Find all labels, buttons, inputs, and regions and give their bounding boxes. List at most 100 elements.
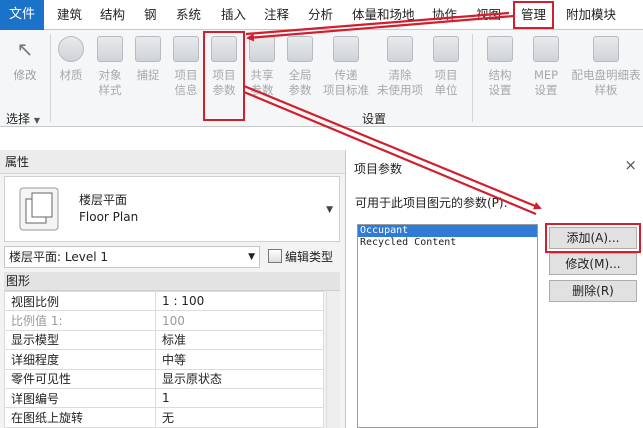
project-parameters-button[interactable]: 项目 参数 [203, 31, 245, 121]
tab-manage[interactable]: 管理 [512, 1, 555, 29]
purge-unused-button[interactable]: 清除 未使用项 [373, 36, 427, 98]
table-row[interactable]: 在图纸上旋转无 [4, 407, 324, 428]
property-value[interactable]: 100 [155, 310, 324, 331]
chevron-down-icon: ▼ [33, 116, 40, 125]
project-info-button[interactable]: 项目 信息 [167, 36, 205, 98]
tab-insert[interactable]: 插入 [221, 4, 246, 26]
list-item[interactable]: Occupant [358, 225, 537, 237]
transfer-standards-icon [333, 36, 359, 62]
materials-button[interactable]: 材质 [52, 36, 90, 83]
project-units-button[interactable]: 项目 单位 [427, 36, 465, 98]
chevron-down-icon: ▼ [248, 252, 255, 262]
parameter-list-label: 可用于此项目图元的参数(P): [355, 196, 508, 210]
edit-type-button[interactable]: 编辑类型 [268, 246, 333, 268]
tab-view[interactable]: 视图 [476, 4, 501, 26]
property-value[interactable]: 显示原状态 [155, 368, 324, 389]
shared-parameters-icon [249, 36, 275, 62]
material-sphere-icon [58, 36, 84, 62]
property-value[interactable]: 1 : 100 [155, 290, 324, 312]
settings-panel-title: 设置 [362, 112, 387, 126]
object-styles-button[interactable]: 对象 样式 [91, 36, 129, 98]
ribbon-panel: ↖ 修改 材质 对象 样式 捕捉 项目 信息 项目 参数 共享 参数 全局 参数… [0, 30, 643, 127]
table-row[interactable]: 比例值 1: 100 [4, 310, 324, 331]
snaps-label: 捕捉 [136, 68, 160, 82]
panel-schedules-label: 配电盘明细表 样板 [571, 68, 641, 97]
property-value[interactable]: 标准 [155, 329, 324, 351]
object-styles-icon [97, 36, 123, 62]
graphics-group-header[interactable]: 图形 [4, 272, 340, 291]
property-name: 详细程度 [4, 349, 156, 370]
property-name: 比例值 1: [4, 310, 156, 331]
property-value[interactable]: 无 [155, 407, 324, 428]
property-name: 详图编号 [4, 387, 156, 409]
tab-add-ins[interactable]: 附加模块 [566, 4, 616, 26]
project-units-label: 项目 单位 [434, 68, 458, 97]
shared-parameters-button[interactable]: 共享 参数 [243, 36, 281, 98]
global-parameters-label: 全局 参数 [288, 68, 312, 97]
global-parameters-icon [287, 36, 313, 62]
panel-separator [472, 34, 473, 122]
purge-icon [387, 36, 413, 62]
type-name-cn: 楼层平面 [79, 193, 128, 207]
properties-scrollbar[interactable] [326, 291, 340, 428]
project-info-label: 项目 信息 [174, 68, 198, 97]
panel-schedule-icon [593, 36, 619, 62]
modify-parameter-button[interactable]: 修改(M)... [549, 253, 637, 275]
object-styles-label: 对象 样式 [98, 68, 122, 97]
magnet-icon [135, 36, 161, 62]
tab-structure[interactable]: 结构 [100, 4, 125, 26]
modify-label: 修改 [13, 68, 37, 82]
panel-schedules-button[interactable]: 配电盘明细表 样板 [569, 36, 643, 98]
property-value[interactable]: 1 [155, 387, 324, 409]
edit-type-icon [268, 249, 282, 263]
delete-button[interactable]: 删除(R) [549, 280, 637, 302]
type-selector[interactable]: 楼层平面 Floor Plan ▼ [4, 176, 340, 242]
tab-collaborate[interactable]: 协作 [432, 4, 457, 26]
chevron-down-icon[interactable]: ▼ [326, 205, 333, 215]
properties-palette: 属性 楼层平面 Floor Plan ▼ 楼层平面: Level 1 ▼ 编辑类… [0, 150, 345, 428]
tab-file[interactable]: 文件 [0, 0, 44, 30]
mep-settings-button[interactable]: MEP 设置 [524, 36, 568, 98]
dialog-title: 项目参数 [354, 162, 403, 176]
global-parameters-button[interactable]: 全局 参数 [281, 36, 319, 98]
property-value[interactable]: 中等 [155, 349, 324, 370]
tab-systems[interactable]: 系统 [176, 4, 201, 26]
properties-header: 属性 [0, 150, 345, 174]
table-row[interactable]: 详图编号 1 [4, 387, 324, 409]
mep-settings-label: MEP 设置 [533, 68, 559, 97]
table-row[interactable]: 详细程度 中等 [4, 349, 324, 370]
properties-table: 视图比例 1 : 100 比例值 1: 100 显示模型 标准 详细程度 中等 零件可见性 显示原… [4, 290, 324, 428]
select-panel-label: 选择 [6, 112, 31, 126]
cursor-arrow-icon: ↖ [16, 37, 34, 61]
tab-steel[interactable]: 钢 [144, 4, 157, 26]
view-selector-row: 楼层平面: Level 1 ▼ 编辑类型 [4, 246, 340, 268]
property-name: 零件可见性 [4, 368, 156, 389]
snaps-button[interactable]: 捕捉 [129, 36, 167, 83]
modify-button[interactable]: ↖ 修改 [6, 36, 44, 83]
structural-settings-button[interactable]: 结构 设置 [478, 36, 522, 98]
structural-settings-icon [487, 36, 513, 62]
purge-unused-label: 清除 未使用项 [377, 68, 423, 97]
tab-analyze[interactable]: 分析 [308, 4, 333, 26]
property-name: 视图比例 [4, 290, 156, 312]
tab-annotate[interactable]: 注释 [264, 4, 289, 26]
transfer-standards-label: 传递 项目标准 [323, 68, 369, 97]
ribbon-tab-bar: 文件 建筑 结构 钢 系统 插入 注释 分析 体量和场地 协作 视图 管理 附加… [0, 0, 643, 30]
panel-separator [50, 34, 51, 122]
tab-massing-site[interactable]: 体量和场地 [352, 4, 415, 26]
view-instance-dropdown[interactable]: 楼层平面: Level 1 ▼ [4, 246, 260, 268]
list-item[interactable]: Recycled Content [358, 237, 537, 249]
property-name: 在图纸上旋转 [4, 407, 156, 428]
materials-label: 材质 [59, 68, 83, 82]
transfer-standards-button[interactable]: 传递 项目标准 [321, 36, 371, 98]
tab-architecture[interactable]: 建筑 [57, 4, 82, 26]
structural-settings-label: 结构 设置 [488, 68, 512, 97]
parameter-list[interactable]: Occupant Recycled Content [357, 224, 538, 428]
select-panel-title[interactable]: 选择 ▼ [6, 110, 40, 127]
table-row[interactable]: 视图比例 1 : 100 [4, 290, 324, 312]
table-row[interactable]: 零件可见性 显示原状态 [4, 368, 324, 389]
project-parameters-dialog: 项目参数 × 可用于此项目图元的参数(P): Occupant Recycled… [345, 150, 643, 428]
add-button[interactable]: 添加(A)... [545, 223, 641, 253]
close-icon[interactable]: × [624, 156, 637, 174]
table-row[interactable]: 显示模型 标准 [4, 329, 324, 351]
